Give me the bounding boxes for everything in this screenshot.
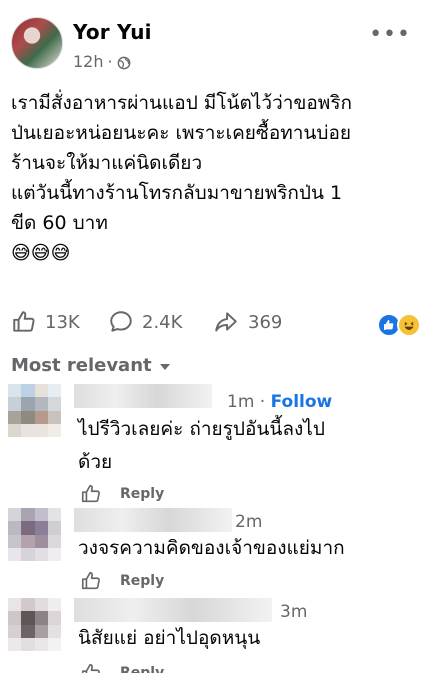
comment-actions: Reply [80, 570, 164, 592]
comment-item: 3m นิสัยแย่ อย่าไปอุดหนุน Reply [0, 594, 427, 673]
engagement-bar: 13K 2.4K 369 [0, 305, 427, 341]
commenter-avatar[interactable] [8, 384, 61, 437]
comment-text: นิสัยแย่ อย่าไปอุดหนุน [78, 622, 260, 655]
post-text-line: แต่วันนี้ทางร้านโทรกลับมาขายพริกป่น 1 [11, 182, 343, 204]
commenter-name-blurred[interactable] [74, 384, 212, 408]
post-text-line: ป่นเยอะหน่อยนะคะ เพราะเคยซื้อทานบ่อย [11, 122, 352, 144]
reaction-icons[interactable] [377, 313, 427, 339]
comment-item: 2m วงจรความคิดของเจ้าของแย่มาก Reply [0, 506, 427, 602]
post-time[interactable]: 12h [73, 52, 104, 71]
like-icon[interactable] [80, 570, 102, 592]
like-icon[interactable] [80, 662, 102, 673]
meta-separator: · [259, 392, 266, 412]
post-text-line: ขีด 60 บาท [11, 212, 108, 234]
share-count: 369 [248, 311, 283, 333]
share-action[interactable]: 369 [212, 309, 282, 335]
comment-text: ไปรีวิวเลยค่ะ ถ่ายรูปอันนี้ลงไป ด้วย [78, 413, 325, 479]
comment-text-line: นิสัยแย่ อย่าไปอุดหนุน [78, 627, 261, 649]
comment-sort-dropdown[interactable]: Most relevant [11, 355, 170, 376]
reply-button[interactable]: Reply [120, 573, 164, 589]
reply-button[interactable]: Reply [120, 665, 164, 673]
comment-text: วงจรความคิดของเจ้าของแย่มาก [78, 532, 345, 565]
caret-down-icon [159, 364, 170, 370]
commenter-name-blurred[interactable] [74, 508, 232, 532]
follow-button[interactable]: Follow [271, 392, 333, 412]
share-icon [215, 312, 237, 332]
post-emoji-line: 😅😅😅 [11, 242, 71, 264]
comment-meta: 1m · Follow [227, 392, 332, 412]
comment-text-line: วงจรความคิดของเจ้าของแย่มาก [78, 537, 345, 559]
comment-icon [110, 311, 132, 332]
haha-reaction-icon [397, 313, 421, 337]
more-icon[interactable]: ••• [369, 24, 411, 46]
comment-action[interactable]: 2.4K [108, 309, 182, 335]
comment-actions: Reply [80, 483, 164, 505]
post-body: เรามีสั่งอาหารผ่านแอป มีโน้ตไว้ว่าขอพริก… [11, 88, 416, 268]
reply-button[interactable]: Reply [120, 486, 164, 502]
comment-text-line: ไปรีวิวเลยค่ะ ถ่ายรูปอันนี้ลงไป [78, 418, 325, 440]
comment-sort-label: Most relevant [11, 355, 152, 376]
like-icon [13, 311, 35, 332]
post-text-line: เรามีสั่งอาหารผ่านแอป มีโน้ตไว้ว่าขอพริก [11, 92, 353, 114]
like-icon[interactable] [80, 483, 102, 505]
meta-separator: · [107, 52, 113, 71]
post-text-line: ร้านจะให้มาแค่นิดเดียว [11, 152, 203, 174]
author-name[interactable]: Yor Yui [73, 20, 152, 44]
like-action[interactable]: 13K [11, 309, 80, 335]
post-meta: 12h · [73, 52, 131, 71]
post-header: Yor Yui 12h · ••• [0, 0, 427, 80]
author-avatar[interactable] [11, 17, 63, 69]
like-count: 13K [45, 311, 80, 333]
comment-time[interactable]: 2m [235, 512, 262, 532]
comment-text-line: ด้วย [78, 451, 113, 473]
comment-time[interactable]: 1m [227, 392, 254, 412]
comment-time[interactable]: 3m [280, 602, 307, 622]
comment-actions: Reply [80, 662, 164, 673]
comment-item: 1m · Follow ไปรีวิวเลยค่ะ ถ่ายรูปอันนี้ล… [0, 380, 427, 508]
comment-count: 2.4K [142, 311, 183, 333]
commenter-avatar[interactable] [8, 508, 61, 561]
globe-icon [117, 55, 131, 69]
commenter-avatar[interactable] [8, 598, 61, 651]
commenter-name-blurred[interactable] [74, 598, 272, 622]
